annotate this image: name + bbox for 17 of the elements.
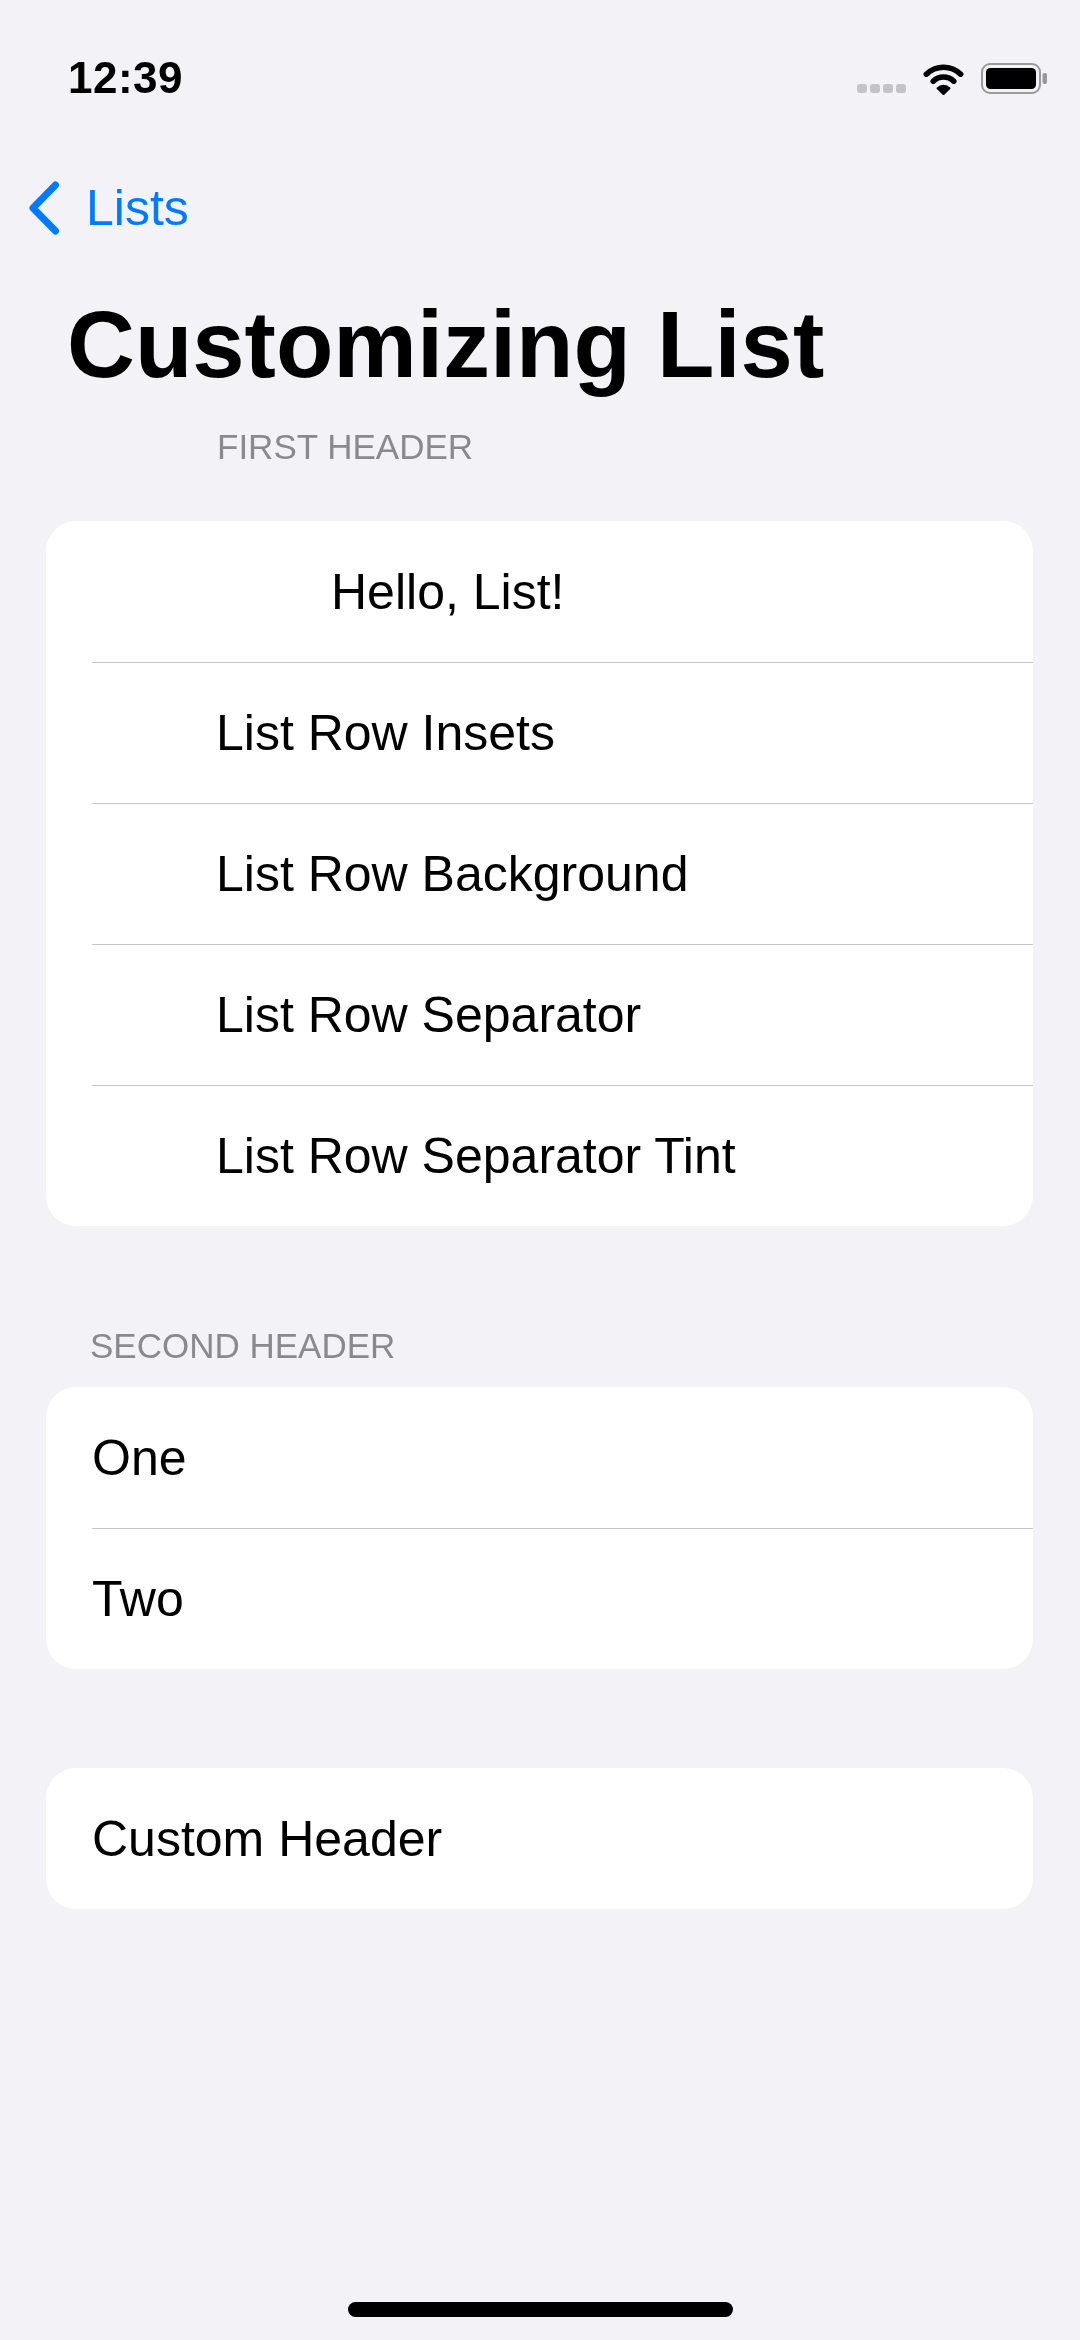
page-title: Customizing List — [67, 291, 825, 399]
list-row-label: Custom Header — [92, 1809, 443, 1869]
battery-icon — [981, 62, 1047, 94]
list-row-label: List Row Insets — [216, 704, 555, 763]
section-header: FIRST HEADER — [217, 426, 474, 468]
status-time: 12:39 — [68, 53, 184, 103]
signal-icon — [857, 84, 906, 93]
chevron-left-icon — [28, 181, 60, 235]
list-row-label: List Row Separator — [216, 986, 642, 1045]
wifi-icon — [923, 61, 964, 95]
section-header: SECOND HEADER — [90, 1325, 396, 1367]
list-row-label: Hello, List! — [331, 562, 565, 622]
list-row-label: One — [92, 1428, 187, 1488]
list-row-label: List Row Background — [216, 845, 689, 904]
list-row-label: Two — [92, 1570, 184, 1629]
back-button[interactable]: Lists — [28, 178, 189, 238]
list-row-label: List Row Separator Tint — [216, 1127, 736, 1186]
